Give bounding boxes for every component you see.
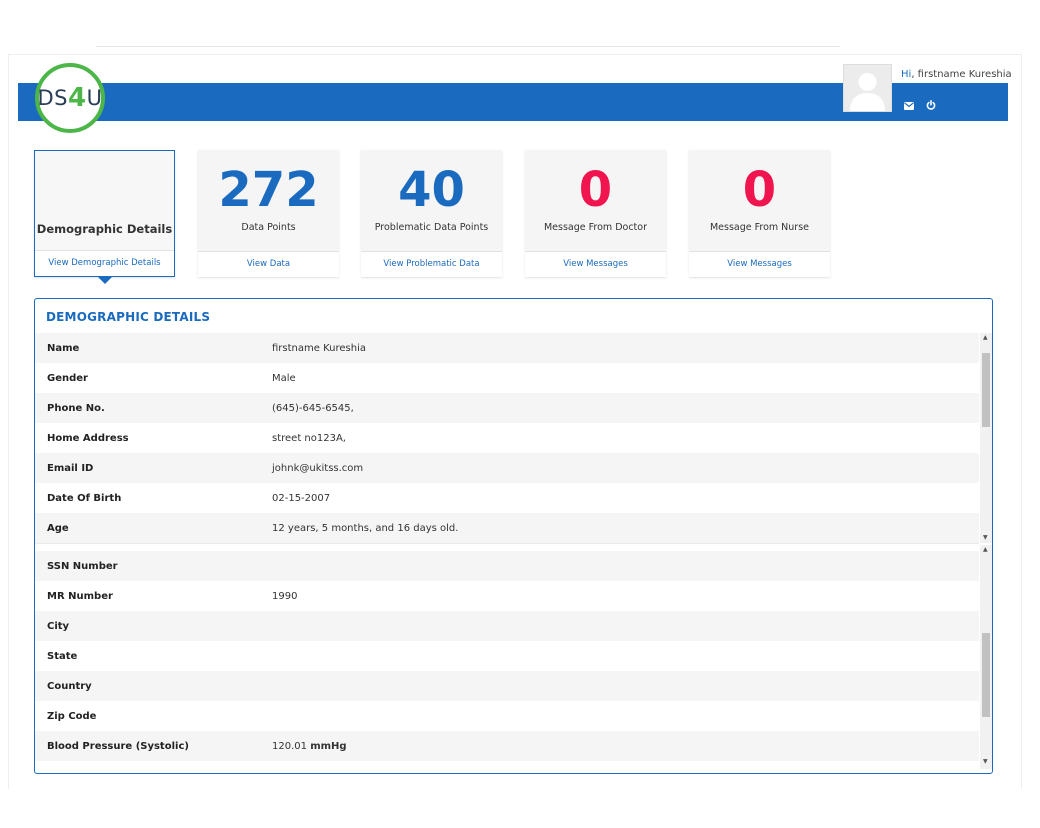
- row-value: firstname Kureshia: [272, 342, 366, 354]
- user-silhouette-icon: [844, 65, 891, 111]
- bp-value: 120.01: [272, 740, 307, 752]
- row-label: Phone No.: [47, 402, 105, 414]
- logo-suffix: U: [86, 86, 103, 110]
- row-label: City: [47, 620, 70, 632]
- scroll-down-icon[interactable]: ▼: [983, 759, 988, 765]
- user-greeting: Hi, firstname Kureshia: [901, 69, 1012, 80]
- row-label: Blood Pressure (Systolic): [47, 740, 189, 752]
- row-label: Age: [47, 522, 69, 534]
- row-value: (645)-645-6545,: [272, 402, 354, 414]
- row-label: Zip Code: [47, 710, 97, 722]
- details-table-top: Name firstname Kureshia Gender Male Phone …: [35, 333, 979, 543]
- row-value: johnk@ukitss.com: [272, 462, 364, 474]
- table-row: Age 12 years, 5 months, and 16 days old.: [35, 513, 979, 543]
- card-label: Data Points: [241, 222, 296, 233]
- row-value: 120.01 mmHg: [272, 741, 347, 752]
- envelope-icon[interactable]: [904, 95, 914, 114]
- table-row: Phone No. (645)-645-6545,: [35, 393, 979, 423]
- view-problematic-data-link[interactable]: View Problematic Data: [361, 251, 502, 277]
- row-value: 1990: [272, 590, 298, 602]
- table-row: Home Address street no123A,: [35, 423, 979, 453]
- row-value: street no123A,: [272, 432, 346, 444]
- details-table-bottom: SSN Number MR Number 1990 City State Coun…: [35, 551, 979, 761]
- row-label: SSN Number: [47, 560, 118, 572]
- power-icon[interactable]: [926, 95, 936, 114]
- logo-prefix: DS: [37, 86, 69, 110]
- row-label: Gender: [47, 372, 88, 384]
- card-value: 272: [218, 162, 319, 218]
- demographic-details-panel: DEMOGRAPHIC DETAILS Name firstname Kuresh…: [34, 298, 993, 774]
- row-label: Date Of Birth: [47, 492, 122, 504]
- table-row: Name firstname Kureshia: [35, 333, 979, 363]
- header-icons: [904, 95, 936, 114]
- table-row: City: [35, 611, 979, 641]
- card-label: Message From Nurse: [709, 222, 810, 233]
- greeting-hi: Hi: [901, 69, 912, 80]
- table-row: Country: [35, 671, 979, 701]
- table-row: Zip Code: [35, 701, 979, 731]
- table-row: MR Number 1990: [35, 581, 979, 611]
- row-label: Name: [47, 342, 80, 354]
- row-value: 02-15-2007: [272, 492, 331, 504]
- row-value: Male: [272, 372, 296, 384]
- table-row: Gender Male: [35, 363, 979, 393]
- table-row: SSN Number: [35, 551, 979, 581]
- card-demographic-details[interactable]: Demographic Details View Demographic Det…: [34, 150, 175, 284]
- view-messages-link[interactable]: View Messages: [689, 251, 830, 277]
- card-message-from-doctor[interactable]: 0 Message From Doctor View Messages: [525, 150, 666, 277]
- scroll-up-icon[interactable]: ▲: [983, 547, 988, 553]
- greeting-name: , firstname Kureshia: [911, 69, 1012, 80]
- logo-digit: 4: [68, 83, 87, 113]
- table-row: Blood Pressure (Systolic) 120.01 mmHg: [35, 731, 979, 761]
- scroll-up-icon[interactable]: ▲: [983, 335, 988, 341]
- card-value: 40: [398, 162, 465, 218]
- row-label: Country: [47, 680, 92, 692]
- view-data-link[interactable]: View Data: [198, 251, 339, 277]
- view-demographic-details-link[interactable]: View Demographic Details: [35, 250, 174, 276]
- scrollbar-thumb[interactable]: [982, 633, 990, 717]
- panel-title: DEMOGRAPHIC DETAILS: [46, 310, 211, 324]
- table-row: Email ID johnk@ukitss.com: [35, 453, 979, 483]
- row-label: Email ID: [47, 462, 94, 474]
- row-value: 12 years, 5 months, and 16 days old.: [272, 522, 459, 534]
- row-label: MR Number: [47, 590, 113, 602]
- scrollbar-thumb[interactable]: [982, 353, 990, 427]
- card-label: Message From Doctor: [543, 222, 647, 233]
- top-divider: [96, 46, 840, 47]
- ds4u-logo[interactable]: DS 4 U: [35, 63, 105, 133]
- scrollbar-top[interactable]: ▲ ▼: [980, 333, 992, 543]
- bp-unit: mmHg: [310, 740, 347, 752]
- row-label: Home Address: [47, 432, 129, 444]
- card-value: 0: [578, 162, 613, 218]
- table-row: State: [35, 641, 979, 671]
- card-problematic-data-points[interactable]: 40 Problematic Data Points View Problema…: [361, 150, 502, 277]
- card-title: Demographic Details: [36, 222, 173, 236]
- card-data-points[interactable]: 272 Data Points View Data: [198, 150, 339, 277]
- selected-pointer: [97, 276, 113, 284]
- scroll-down-icon[interactable]: ▼: [983, 535, 988, 541]
- avatar[interactable]: [843, 64, 892, 112]
- view-messages-link[interactable]: View Messages: [525, 251, 666, 277]
- table-row: Date Of Birth 02-15-2007: [35, 483, 979, 513]
- scrollbar-bottom[interactable]: ▲ ▼: [980, 545, 992, 769]
- card-message-from-nurse[interactable]: 0 Message From Nurse View Messages: [689, 150, 830, 277]
- card-value: 0: [742, 162, 777, 218]
- row-label: State: [47, 650, 78, 662]
- card-label: Problematic Data Points: [374, 222, 489, 233]
